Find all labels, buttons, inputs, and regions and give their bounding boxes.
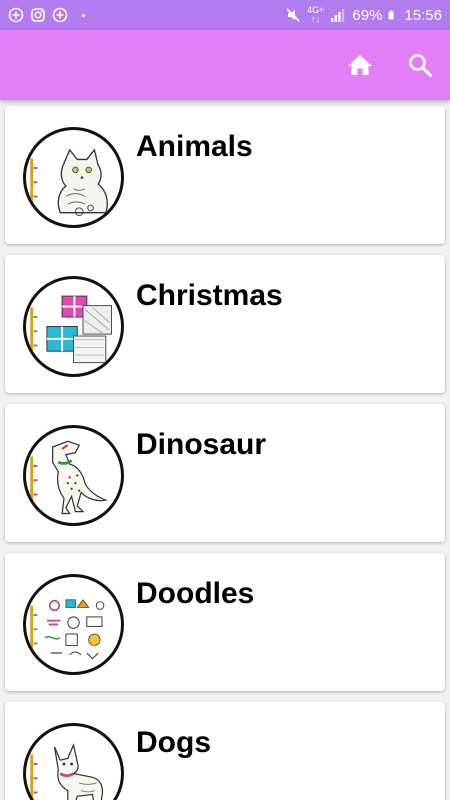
network-type: 4G+ ↑↓ bbox=[307, 5, 325, 24]
system-status: 4G+ ↑↓ 69% 15:56 bbox=[285, 6, 442, 24]
add-circle-icon bbox=[8, 7, 24, 23]
doodles-illustration bbox=[30, 599, 105, 660]
category-title: Dinosaur bbox=[136, 428, 267, 461]
category-card-animals[interactable]: Animals bbox=[5, 106, 445, 244]
signal-icon bbox=[331, 9, 345, 22]
category-thumbnail bbox=[23, 127, 124, 228]
search-icon bbox=[409, 54, 432, 77]
mute-icon bbox=[286, 8, 300, 22]
category-thumbnail bbox=[23, 276, 124, 377]
category-card-doodles[interactable]: Doodles bbox=[5, 553, 445, 691]
instagram-icon bbox=[31, 8, 45, 22]
notification-icons bbox=[8, 7, 85, 23]
clock: 15:56 bbox=[404, 6, 442, 24]
category-card-christmas[interactable]: Christmas bbox=[5, 255, 445, 393]
category-thumbnail bbox=[23, 574, 124, 675]
category-card-dinosaur[interactable]: Dinosaur bbox=[5, 404, 445, 542]
dinosaur-illustration bbox=[30, 440, 108, 515]
category-thumbnail bbox=[23, 723, 124, 800]
category-title: Doodles bbox=[136, 577, 255, 610]
more-notifications-dot bbox=[82, 13, 85, 17]
search-button[interactable] bbox=[405, 50, 435, 80]
category-title: Christmas bbox=[136, 279, 283, 312]
category-title: Animals bbox=[136, 130, 253, 163]
category-card-dogs[interactable]: Dogs bbox=[5, 702, 445, 800]
category-thumbnail bbox=[23, 425, 124, 526]
home-button[interactable] bbox=[345, 50, 375, 80]
dog-illustration bbox=[30, 742, 104, 800]
status-bar: 4G+ ↑↓ 69% 15:56 bbox=[0, 0, 450, 30]
battery-icon bbox=[389, 10, 395, 20]
category-title: Dogs bbox=[136, 726, 211, 759]
home-icon bbox=[348, 55, 372, 75]
add-circle-icon bbox=[52, 7, 68, 23]
cat-illustration bbox=[30, 148, 108, 216]
category-list[interactable]: Animals Christmas Dinosaur Doodles Dogs bbox=[0, 100, 450, 800]
battery-percent: 69% bbox=[352, 6, 383, 24]
gift-boxes-illustration bbox=[30, 295, 112, 364]
app-bar bbox=[0, 30, 450, 100]
